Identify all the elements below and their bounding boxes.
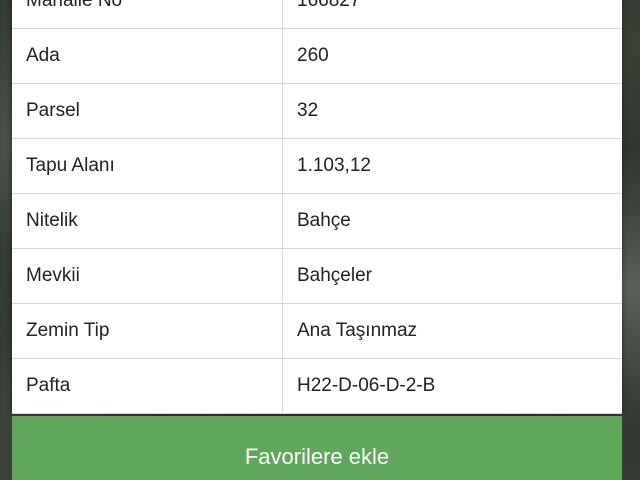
table-row-parsel: Parsel 32 [12,83,622,139]
row-label: Mahalle No [12,0,283,29]
table-row-mahalle-no: Mahalle No 166827 [12,0,622,29]
row-label: Parsel [12,83,283,139]
row-label: Tapu Alanı [12,138,283,194]
row-label: Zemin Tip [12,303,283,359]
table-row-nitelik: Nitelik Bahçe [12,193,622,249]
parcel-info-panel: Mahalle No 166827 Ada 260 Parsel 32 Tapu… [12,0,622,414]
parcel-info-table: Mahalle No 166827 Ada 260 Parsel 32 Tapu… [12,0,622,414]
row-value: 166827 [282,0,622,29]
row-value: 32 [282,83,622,139]
row-label: Nitelik [12,193,283,249]
row-value: Bahçeler [282,248,622,304]
table-row-mevkii: Mevkii Bahçeler [12,248,622,304]
row-label: Pafta [12,358,283,414]
table-row-ada: Ada 260 [12,28,622,84]
row-value: Ana Taşınmaz [282,303,622,359]
table-row-pafta: Pafta H22-D-06-D-2-B [12,358,622,414]
row-label: Ada [12,28,283,84]
add-to-favorites-button[interactable]: Favorilere ekle [12,416,622,480]
row-value: 260 [282,28,622,84]
row-value: Bahçe [282,193,622,249]
row-value: 1.103,12 [282,138,622,194]
row-label: Mevkii [12,248,283,304]
table-row-zemin-tip: Zemin Tip Ana Taşınmaz [12,303,622,359]
table-row-tapu-alani: Tapu Alanı 1.103,12 [12,138,622,194]
row-value: H22-D-06-D-2-B [282,358,622,414]
